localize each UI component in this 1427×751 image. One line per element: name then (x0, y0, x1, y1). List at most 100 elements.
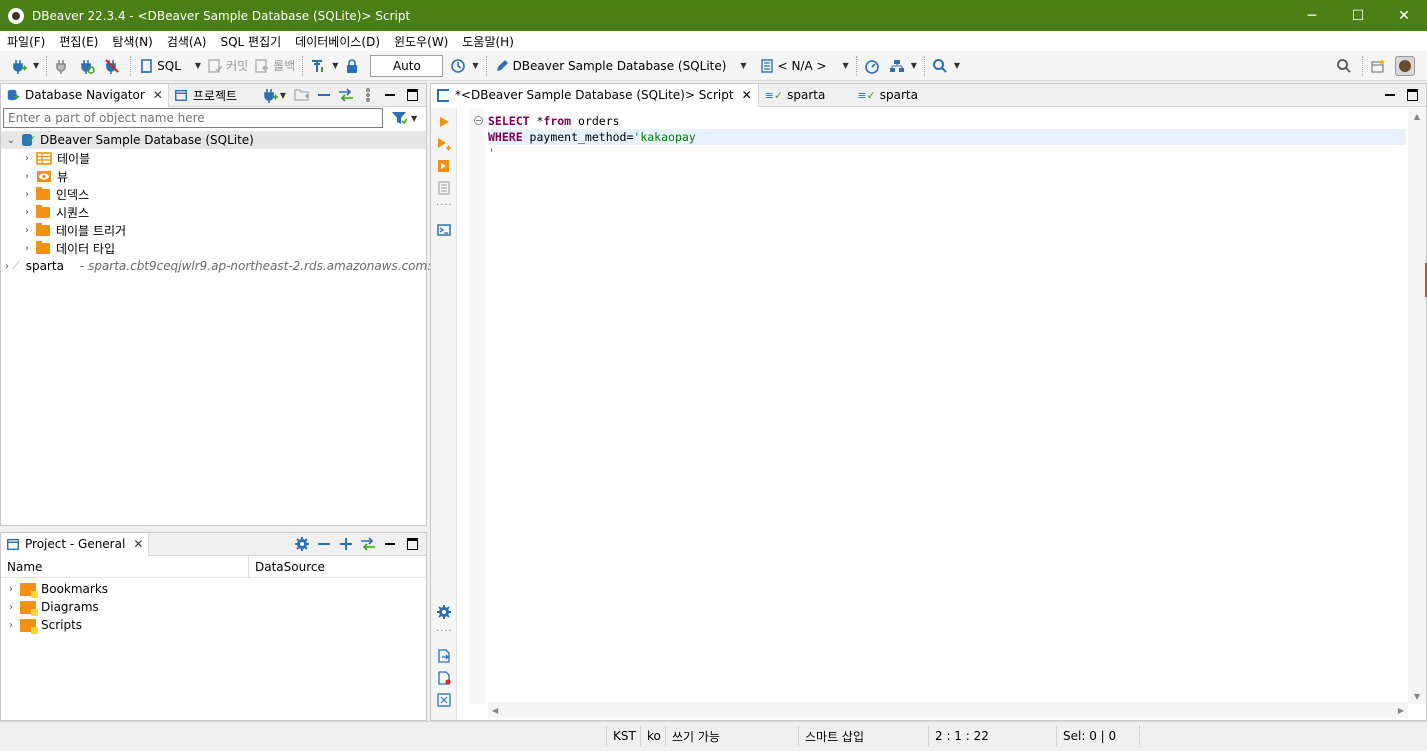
chevron-right-icon[interactable]: › (21, 171, 33, 182)
new-connection-dropdown[interactable]: ▼ (260, 87, 288, 103)
collapse-all-button[interactable] (316, 87, 332, 103)
chevron-right-icon[interactable]: › (5, 584, 17, 595)
chevron-right-icon[interactable]: › (21, 189, 33, 200)
chevron-right-icon[interactable]: › (21, 243, 33, 254)
commit-button[interactable]: 커밋 (204, 54, 251, 78)
menu-file[interactable]: 파일(F) (0, 33, 52, 50)
new-folder-button[interactable] (294, 87, 310, 103)
tree-item-scripts[interactable]: › Scripts (1, 616, 426, 634)
tree-item-sequences[interactable]: › 시퀀스 (1, 203, 426, 221)
link-with-editor-button[interactable] (338, 87, 354, 103)
minimize-panel-button[interactable] (1382, 87, 1398, 103)
dashboard-button[interactable] (861, 54, 886, 78)
view-menu-button[interactable] (360, 87, 376, 103)
tab-projects[interactable]: 프로젝트 (169, 84, 242, 107)
execute-new-tab-button[interactable] (436, 136, 452, 152)
close-button[interactable]: ✕ (1381, 0, 1427, 31)
tab-database-navigator[interactable]: Database Navigator ✕ (1, 83, 169, 107)
fold-collapse-icon[interactable]: − (474, 116, 483, 125)
tree-item-tables[interactable]: › 테이블 (1, 149, 426, 167)
link-with-editor-button[interactable] (360, 536, 376, 552)
filter-config-button[interactable]: ▼ (391, 110, 417, 126)
variables-icon (437, 693, 451, 707)
minimize-panel-button[interactable] (382, 87, 398, 103)
scroll-left-icon[interactable]: ◀ (492, 706, 498, 715)
menu-navigate[interactable]: 탐색(N) (105, 33, 159, 50)
menu-search[interactable]: 검색(A) (160, 33, 214, 50)
chevron-right-icon[interactable]: › (21, 225, 33, 236)
reconnect-button[interactable] (76, 54, 101, 78)
disconnect-button[interactable] (101, 54, 126, 78)
explain-button[interactable] (436, 180, 452, 196)
menu-database[interactable]: 데이터베이스(D) (288, 33, 387, 50)
dbeaver-perspective-button[interactable] (1392, 54, 1421, 78)
tree-item-indexes[interactable]: › 인덱스 (1, 185, 426, 203)
tab-sparta-1[interactable]: ≡✓ sparta (759, 84, 832, 107)
tree-item-table-triggers[interactable]: › 테이블 트리거 (1, 221, 426, 239)
new-connection-button[interactable]: ▼ (8, 54, 42, 78)
menu-help[interactable]: 도움말(H) (455, 33, 521, 50)
transaction-mode-field[interactable]: Auto (370, 54, 444, 77)
maximize-panel-button[interactable] (404, 536, 420, 552)
minimize-button[interactable]: ─ (1289, 0, 1335, 31)
execute-script-button[interactable] (436, 158, 452, 174)
scroll-up-icon[interactable]: ▲ (1408, 108, 1426, 124)
chevron-down-icon[interactable]: ⌄ (5, 135, 17, 146)
chevron-down-icon: ▼ (953, 61, 961, 70)
menu-window[interactable]: 윈도우(W) (387, 33, 455, 50)
tree-item-bookmarks[interactable]: › Bookmarks (1, 580, 426, 598)
global-search-button[interactable] (1333, 54, 1358, 78)
configure-button[interactable] (294, 536, 310, 552)
sql-editor-button[interactable]: SQL ▼ (135, 54, 204, 78)
object-name-filter-input[interactable] (3, 108, 383, 128)
tree-item-sample-database[interactable]: ⌄ DBeaver Sample Database (SQLite) (1, 131, 426, 149)
tab-sparta-2[interactable]: ≡✓ sparta (851, 84, 924, 107)
export-file-icon (438, 649, 450, 663)
maximize-panel-button[interactable] (404, 87, 420, 103)
transaction-mode-button[interactable]: ▼ (307, 54, 341, 78)
tab-project-general[interactable]: Project - General ✕ (1, 532, 150, 556)
expand-all-button[interactable] (338, 536, 354, 552)
chevron-right-icon[interactable]: › (21, 153, 33, 164)
scroll-down-icon[interactable]: ▼ (1408, 688, 1426, 704)
scroll-right-icon[interactable]: ▶ (1398, 706, 1404, 715)
horizontal-scrollbar[interactable]: ◀ ▶ (488, 702, 1408, 718)
maximize-panel-button[interactable] (1404, 87, 1420, 103)
column-header-datasource[interactable]: DataSource (249, 560, 325, 574)
close-icon[interactable]: ✕ (133, 537, 143, 551)
chevron-right-icon[interactable]: › (21, 207, 33, 218)
tab-sample-db-script[interactable]: *<DBeaver Sample Database (SQLite)> Scri… (431, 83, 759, 107)
chevron-right-icon[interactable]: › (5, 261, 9, 272)
close-icon[interactable]: ✕ (742, 88, 752, 102)
chevron-right-icon[interactable]: › (5, 620, 17, 631)
editor-settings-button[interactable] (436, 604, 452, 620)
execute-statement-button[interactable] (436, 114, 452, 130)
collapse-all-button[interactable] (316, 536, 332, 552)
export-button[interactable] (436, 648, 452, 664)
menu-sql-editor[interactable]: SQL 편집기 (213, 33, 288, 50)
active-datasource-selector[interactable]: DBeaver Sample Database (SQLite) ▼ (491, 54, 750, 78)
explain-plan-button[interactable]: ▼ (886, 54, 920, 78)
chevron-right-icon[interactable]: › (5, 602, 17, 613)
maximize-button[interactable]: ☐ (1335, 0, 1381, 31)
terminal-button[interactable] (436, 222, 452, 238)
new-script-button[interactable] (436, 670, 452, 686)
tree-item-diagrams[interactable]: › Diagrams (1, 598, 426, 616)
connect-button[interactable] (51, 54, 76, 78)
menu-edit[interactable]: 편집(E) (52, 33, 105, 50)
rollback-button[interactable]: 롤백 (251, 54, 298, 78)
sql-code-area[interactable]: SELECT *from orders WHERE payment_method… (488, 113, 1406, 161)
close-icon[interactable]: ✕ (153, 88, 163, 102)
lock-button[interactable] (341, 54, 366, 78)
variables-button[interactable] (436, 692, 452, 708)
minimize-panel-button[interactable] (382, 536, 398, 552)
history-button[interactable]: ▼ (447, 54, 481, 78)
search-dropdown-button[interactable]: ▼ (929, 54, 963, 78)
active-schema-selector[interactable]: < N/A > ▼ (756, 54, 852, 78)
column-header-name[interactable]: Name (1, 555, 249, 578)
open-perspective-button[interactable] (1367, 54, 1392, 78)
tree-item-views[interactable]: › 뷰 (1, 167, 426, 185)
vertical-scrollbar[interactable]: ▲ ▼ (1408, 108, 1426, 704)
tree-item-sparta-connection[interactable]: › ⟋ sparta - sparta.cbt9ceqjwlr9.ap-nort… (1, 257, 462, 275)
tree-item-data-types[interactable]: › 데이터 타입 (1, 239, 426, 257)
